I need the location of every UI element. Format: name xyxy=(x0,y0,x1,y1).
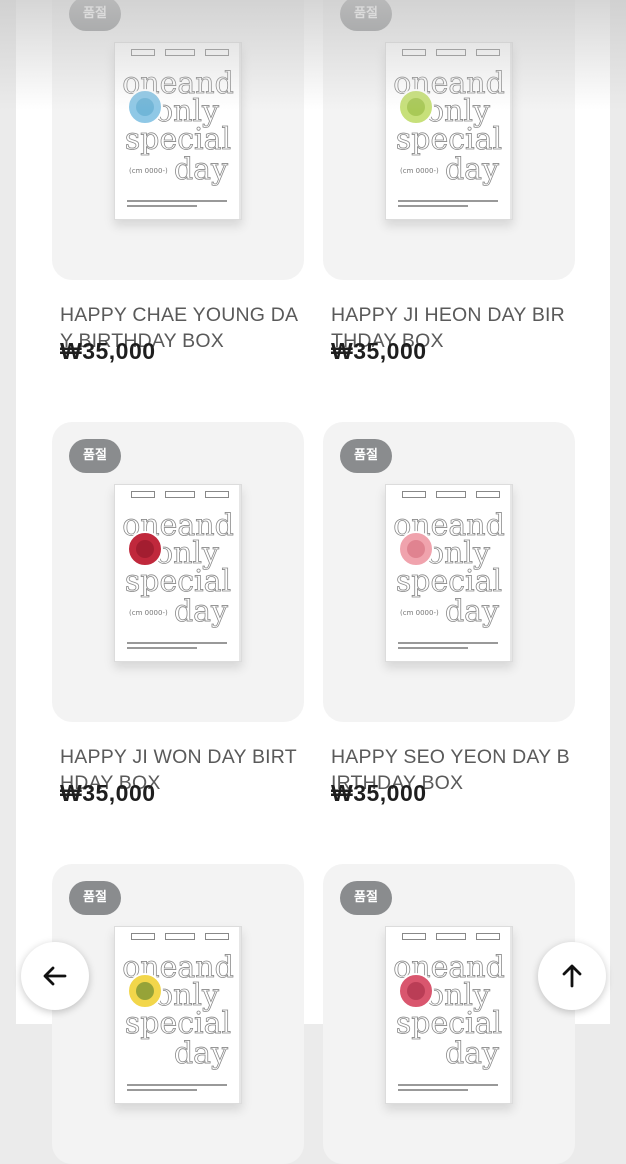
sold-out-badge: 품절 xyxy=(340,881,392,915)
cover-code: (cm 0000-) xyxy=(129,167,168,175)
product-image: oneand only special day (cm 0000-) xyxy=(114,42,242,220)
sold-out-badge: 품절 xyxy=(69,439,121,473)
product-thumbnail[interactable]: 품절 oneand only special day (cm 0000-) xyxy=(323,0,575,280)
product-image: oneand only special day (cm 0000-) xyxy=(385,484,513,662)
cover-code: (cm 0000-) xyxy=(400,609,439,617)
scroll-top-button[interactable] xyxy=(538,942,606,1010)
macaron-icon xyxy=(127,973,163,1009)
product-price: ₩35,000 xyxy=(331,780,427,806)
product-image: oneand only special day (cm 0000-) xyxy=(114,484,242,662)
product-price: ₩35,000 xyxy=(60,338,156,364)
cover-line-4: day xyxy=(174,152,228,187)
cover-artwork: oneand only special day xyxy=(393,950,505,1072)
cover-artwork: oneand only special day (cm 0000-) xyxy=(393,508,505,630)
product-thumbnail[interactable]: 품절 oneand only special day (cm 0000-) xyxy=(52,0,304,280)
cover-artwork: oneand only special day xyxy=(122,950,234,1072)
cover-artwork: oneand only special day (cm 0000-) xyxy=(122,66,234,188)
macaron-icon xyxy=(398,89,434,125)
cover-line-4: day xyxy=(445,594,499,629)
cover-tabs xyxy=(131,933,229,940)
cover-tabs xyxy=(131,49,229,56)
macaron-icon xyxy=(127,531,163,567)
product-price: ₩35,000 xyxy=(60,780,156,806)
product-image: oneand only special day xyxy=(385,926,513,1104)
cover-artwork: oneand only special day (cm 0000-) xyxy=(393,66,505,188)
macaron-icon xyxy=(398,531,434,567)
sold-out-badge: 품절 xyxy=(69,0,121,31)
arrow-left-icon xyxy=(43,966,67,986)
product-thumbnail[interactable]: 품절 oneand only special day xyxy=(52,864,304,1164)
back-button[interactable] xyxy=(21,942,89,1010)
cover-tabs xyxy=(131,491,229,498)
cover-code: (cm 0000-) xyxy=(400,167,439,175)
cover-tabs xyxy=(402,49,500,56)
product-image: oneand only special day (cm 0000-) xyxy=(385,42,513,220)
product-thumbnail[interactable]: 품절 oneand only special day (cm 0000-) xyxy=(323,422,575,722)
macaron-icon xyxy=(127,89,163,125)
cover-artwork: oneand only special day (cm 0000-) xyxy=(122,508,234,630)
sold-out-badge: 품절 xyxy=(340,0,392,31)
product-price: ₩35,000 xyxy=(331,338,427,364)
macaron-icon xyxy=(398,973,434,1009)
product-thumbnail[interactable]: 품절 oneand only special day (cm 0000-) xyxy=(52,422,304,722)
product-thumbnail[interactable]: 품절 oneand only special day xyxy=(323,864,575,1164)
cover-line-4: day xyxy=(445,1036,499,1071)
cover-tabs xyxy=(402,491,500,498)
sold-out-badge: 품절 xyxy=(69,881,121,915)
cover-tabs xyxy=(402,933,500,940)
cover-code: (cm 0000-) xyxy=(129,609,168,617)
cover-line-4: day xyxy=(174,594,228,629)
arrow-up-icon xyxy=(562,964,582,988)
cover-line-4: day xyxy=(174,1036,228,1071)
cover-line-4: day xyxy=(445,152,499,187)
sold-out-badge: 품절 xyxy=(340,439,392,473)
product-image: oneand only special day xyxy=(114,926,242,1104)
